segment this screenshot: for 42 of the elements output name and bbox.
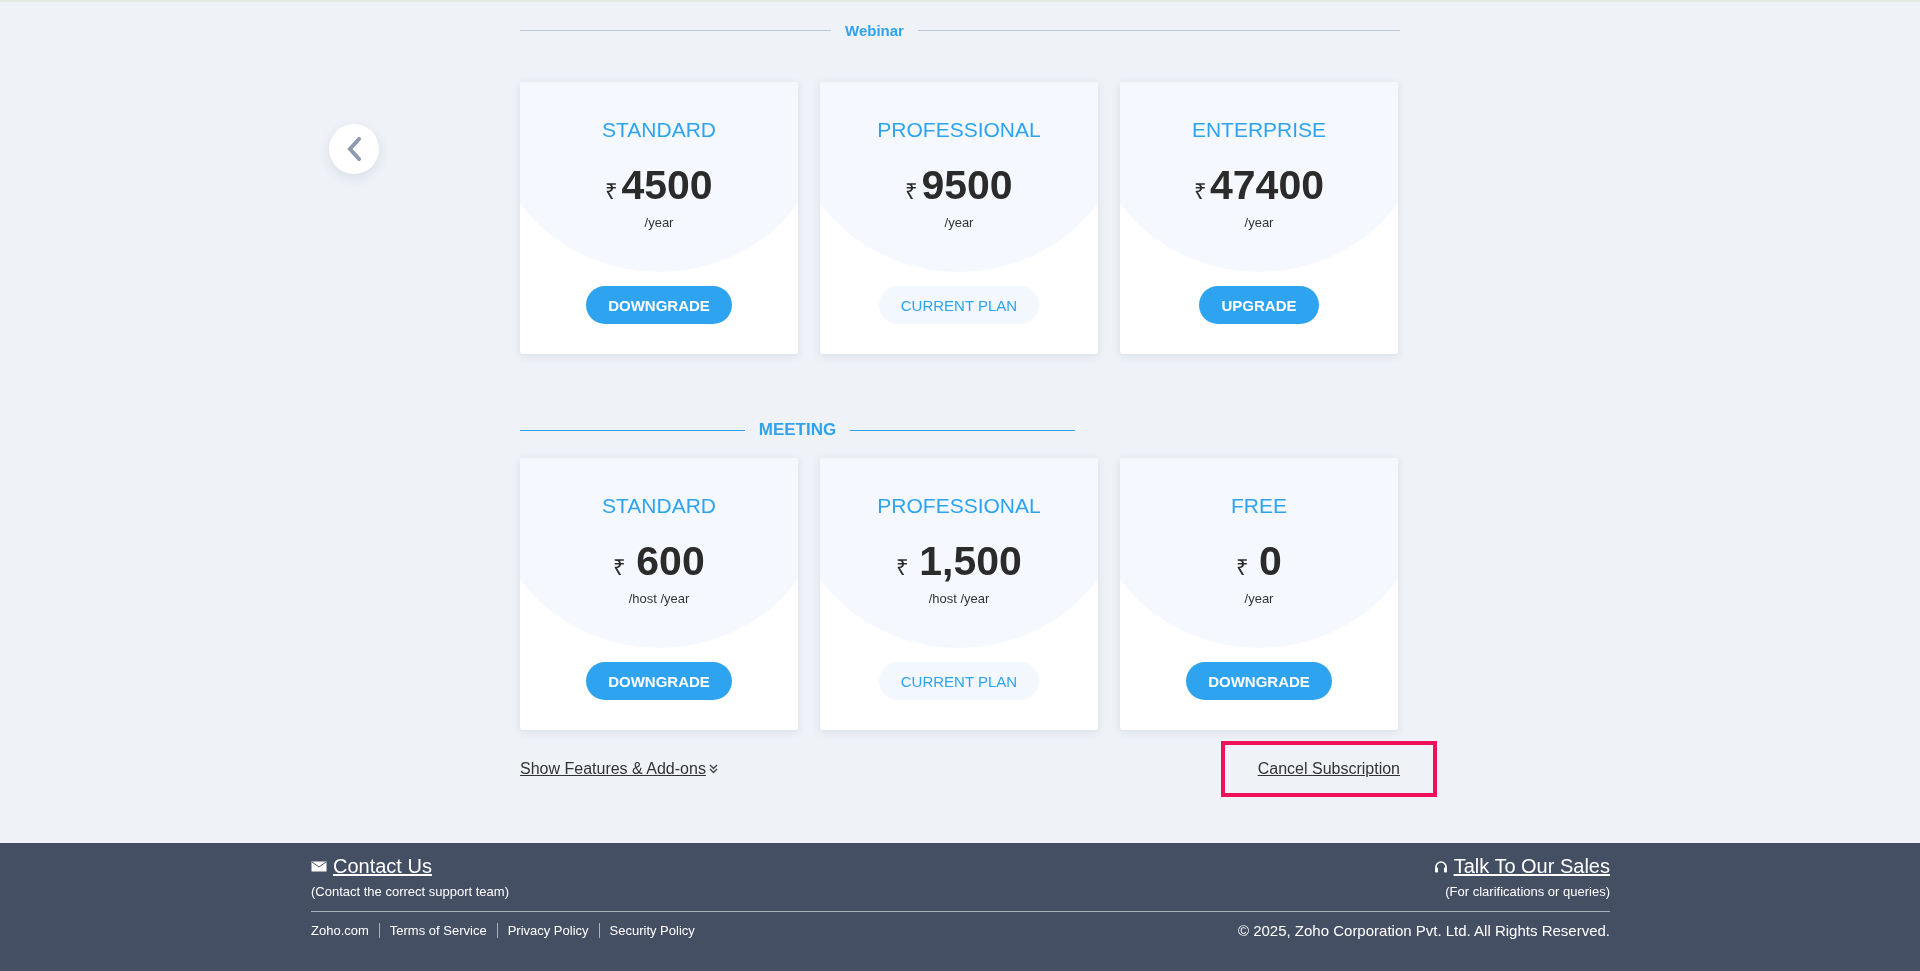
footer-link[interactable]: Terms of Service [378,923,497,938]
plan-name: STANDARD [602,118,716,142]
talk-to-sales-link[interactable]: Talk To Our Sales [1453,855,1610,878]
copyright-text: © 2025, Zoho Corporation Pvt. Ltd. All Rights Reserved. [1237,922,1610,939]
footer-link[interactable]: Security Policy [598,923,705,938]
billing-period: /host /year [928,591,990,606]
plan-price: 9500 [921,162,1013,209]
billing-period: /year [1244,591,1274,606]
currency-symbol: ₹ [905,178,919,205]
section-heading: MEETING [758,420,837,440]
plan-price: 0 [1259,538,1282,585]
currency-symbol: ₹ [613,554,627,581]
envelope-icon [311,861,327,872]
footer-link[interactable]: Zoho.com [311,923,379,938]
plan-name: ENTERPRISE [1191,118,1327,142]
currency-symbol: ₹ [605,178,619,205]
show-features-link[interactable]: Show Features & Add-ons [520,760,706,778]
section-heading: Webinar [845,22,904,39]
plan-price: 4500 [621,162,713,209]
billing-period: /year [944,215,974,230]
plan-name: PROFESSIONAL [877,118,1041,142]
contact-us-link[interactable]: Contact Us [333,855,432,878]
currency-symbol: ₹ [1194,178,1207,205]
sales-note: (For clarifications or queries) [1445,884,1610,899]
plan-name: FREE [1231,494,1287,518]
chevron-left-icon [346,137,362,161]
headset-icon [1433,859,1448,874]
billing-period: /host /year [628,591,690,606]
billing-period: /year [1244,215,1274,230]
contact-note: (Contact the correct support team) [311,884,509,899]
plan-price: 47400 [1210,162,1324,209]
billing-period: /year [644,215,674,230]
plan-price: 1,500 [919,538,1022,585]
footer-link[interactable]: Privacy Policy [496,923,599,938]
back-button[interactable] [329,124,379,174]
currency-symbol: ₹ [896,554,910,581]
cancel-subscription-link[interactable]: Cancel Subscription [1257,760,1400,777]
double-chevron-down-icon [708,764,718,774]
plan-price: 600 [636,538,705,585]
plan-name: PROFESSIONAL [877,494,1041,518]
currency-symbol: ₹ [1236,554,1250,581]
plan-name: STANDARD [602,494,716,518]
